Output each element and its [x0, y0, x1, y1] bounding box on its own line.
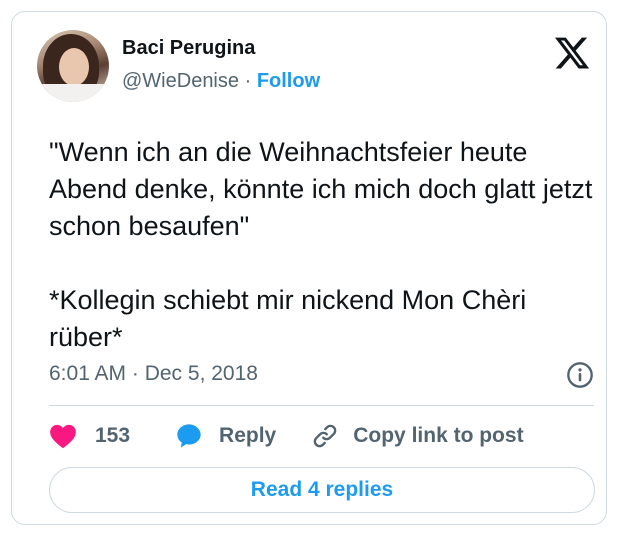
x-logo-icon[interactable]: [553, 34, 591, 72]
separator-dot: ·: [244, 70, 252, 92]
copy-link-label: Copy link to post: [353, 424, 524, 447]
info-icon[interactable]: [566, 361, 594, 389]
tweet-paragraph: "Wenn ich an die Weihnachtsfeier heute A…: [49, 137, 593, 241]
action-bar: 153 Reply Copy link to post: [49, 419, 524, 453]
tweet-text: "Wenn ich an die Weihnachtsfeier heute A…: [49, 134, 594, 356]
heart-icon: [50, 424, 76, 449]
tweet-timestamp[interactable]: 6:01 AM · Dec 5, 2018: [49, 362, 258, 386]
tweet-paragraph: *Kollegin schiebt mir nickend Mon Chèri …: [49, 285, 527, 352]
author-name[interactable]: Baci Perugina: [122, 37, 255, 60]
speech-bubble-icon: [177, 424, 201, 448]
author-handle-row: @WieDenise · Follow: [122, 70, 320, 93]
author-handle[interactable]: @WieDenise: [122, 70, 239, 92]
like-count: 153: [95, 424, 131, 447]
follow-button[interactable]: Follow: [257, 70, 320, 92]
link-icon: [313, 424, 337, 448]
divider: [49, 405, 594, 406]
avatar[interactable]: [37, 30, 109, 102]
reply-button[interactable]: Reply: [175, 422, 311, 450]
copy-link-button[interactable]: Copy link to post: [311, 422, 524, 450]
embedded-tweet-card: Baci Perugina @WieDenise · Follow "Wenn …: [11, 11, 607, 525]
like-button[interactable]: 153: [49, 423, 175, 449]
read-replies-button[interactable]: Read 4 replies: [49, 467, 595, 513]
reply-label: Reply: [219, 424, 277, 447]
